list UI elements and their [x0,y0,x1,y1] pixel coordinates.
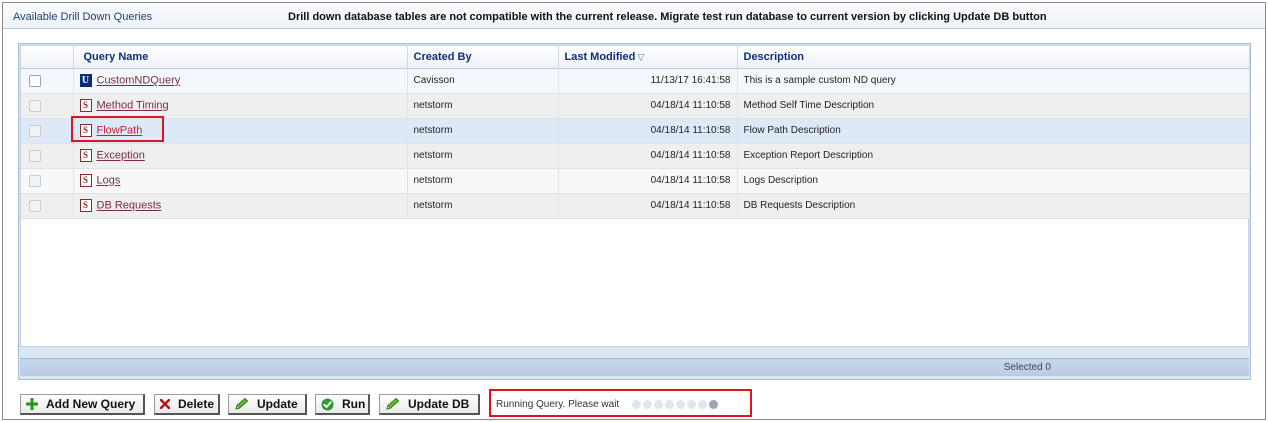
header-bar: Available Drill Down Queries Drill down … [3,3,1265,29]
row-checkbox[interactable] [29,124,41,137]
created-by-cell: netstorm [407,168,559,194]
update-button[interactable]: Update [228,394,307,415]
system-query-icon: S [79,174,92,187]
table-row[interactable]: S FlowPath netstorm 04/18/14 11:10:58 Flo… [21,118,1250,144]
query-link[interactable]: CustomNDQuery [97,75,181,87]
description-cell: Logs Description [737,168,1250,194]
description-cell: Flow Path Description [737,118,1250,144]
query-link[interactable]: FlowPath [97,125,143,137]
column-header-created-by[interactable]: Created By [407,46,559,69]
table-row[interactable]: S Logs netstorm 04/18/14 11:10:58 Logs De… [21,168,1250,194]
queries-grid: Query Name Created By Last Modified ▽ Des… [18,43,1251,380]
query-link[interactable]: Method Timing [97,100,169,112]
panel-title: Available Drill Down Queries [13,11,153,23]
column-header-last-modified[interactable]: Last Modified ▽ [558,46,738,69]
running-query-text: Running Query. Please wait [496,399,620,410]
row-checkbox[interactable] [29,74,41,87]
delete-x-icon [160,399,170,409]
table-row[interactable]: U CustomNDQuery Cavisson 11/13/17 16:41:5… [21,68,1250,94]
table-row[interactable]: S DB Requests netstorm 04/18/14 11:10:58 … [21,193,1250,219]
grid-body: Query Name Created By Last Modified ▽ Des… [20,45,1250,347]
last-modified-cell: 04/18/14 11:10:58 [558,143,738,169]
query-link[interactable]: Logs [97,175,121,187]
description-cell: DB Requests Description [737,193,1250,219]
created-by-cell: Cavisson [407,68,559,94]
table-row[interactable]: S Exception netstorm 04/18/14 11:10:58 Ex… [21,143,1250,169]
plus-icon [26,398,38,410]
add-new-query-button[interactable]: Add New Query [20,394,145,415]
row-checkbox[interactable] [29,174,41,187]
delete-button[interactable]: Delete [154,394,220,415]
row-checkbox[interactable] [29,149,41,162]
check-circle-icon [321,398,334,411]
system-query-icon: S [79,99,92,112]
loading-dot [643,400,652,409]
last-modified-cell: 04/18/14 11:10:58 [558,118,738,144]
system-query-icon: S [79,149,92,162]
last-modified-cell: 11/13/17 16:41:58 [558,68,738,94]
row-checkbox[interactable] [29,199,41,212]
update-db-button[interactable]: Update DB [379,394,480,415]
user-query-icon: U [79,74,92,87]
created-by-cell: netstorm [407,193,559,219]
created-by-cell: netstorm [407,93,559,119]
description-cell: Exception Report Description [737,143,1250,169]
loading-dot [709,400,718,409]
loading-dot [676,400,685,409]
query-link[interactable]: DB Requests [97,200,162,212]
loading-dot [665,400,674,409]
loading-dot [687,400,696,409]
running-query-indicator: Running Query. Please wait [489,389,752,417]
selected-count: Selected 0 [1003,362,1051,373]
description-cell: Method Self Time Description [737,93,1250,119]
last-modified-cell: 04/18/14 11:10:58 [558,193,738,219]
loading-dots [632,400,720,412]
created-by-cell: netstorm [407,118,559,144]
column-header-select[interactable] [21,46,74,69]
grid-status-bar: Selected 0 [20,358,1249,376]
queries-table: Query Name Created By Last Modified ▽ Des… [21,46,1250,219]
last-modified-cell: 04/18/14 11:10:58 [558,168,738,194]
column-header-description[interactable]: Description [737,46,1250,69]
pencil-icon [234,397,249,411]
loading-dot [698,400,707,409]
loading-dot [654,400,663,409]
system-query-icon: S [79,124,92,137]
column-header-query-name[interactable]: Query Name [73,46,408,69]
system-query-icon: S [79,199,92,212]
table-row[interactable]: S Method Timing netstorm 04/18/14 11:10:5… [21,93,1250,119]
created-by-cell: netstorm [407,143,559,169]
sort-descending-icon[interactable]: ▽ [637,52,644,62]
description-cell: This is a sample custom ND query [737,68,1250,94]
query-link[interactable]: Exception [97,150,145,162]
run-button[interactable]: Run [315,394,370,415]
loading-dot [632,400,641,409]
pencil-icon [385,397,400,411]
table-header-row: Query Name Created By Last Modified ▽ Des… [21,46,1250,69]
compatibility-warning: Drill down database tables are not compa… [288,11,1047,23]
last-modified-cell: 04/18/14 11:10:58 [558,93,738,119]
row-checkbox[interactable] [29,99,41,112]
